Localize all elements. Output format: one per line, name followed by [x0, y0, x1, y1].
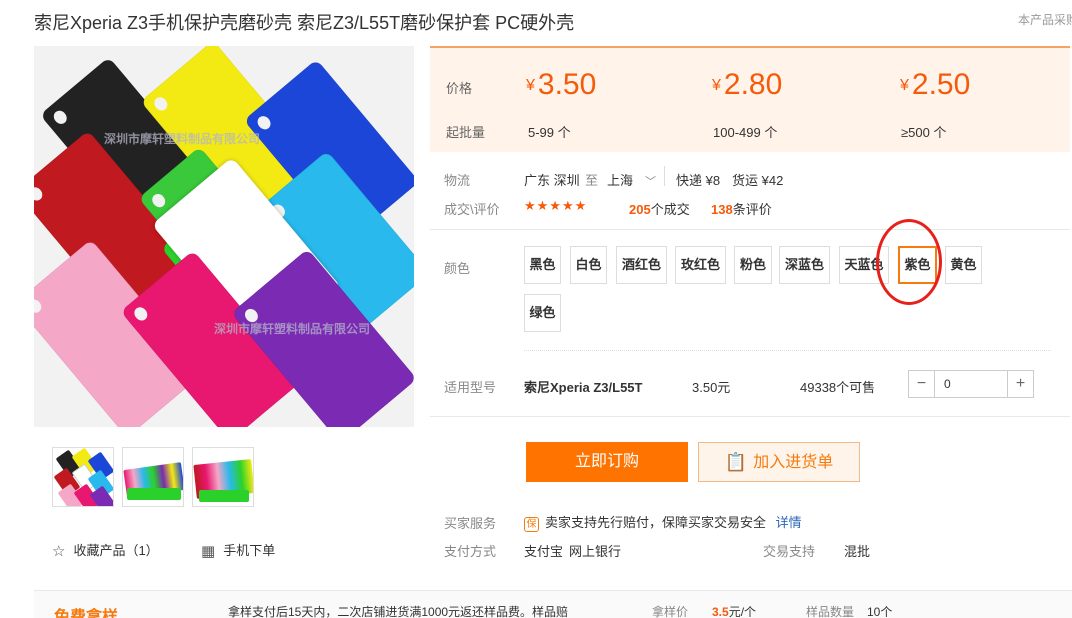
model-price: 3.50元 — [692, 380, 731, 395]
model-name: 索尼Xperia Z3/L55T — [524, 380, 643, 395]
payment-method-alipay: 支付宝 — [524, 544, 564, 559]
free-sample-title: 免费拿样 — [54, 609, 119, 618]
mobile-order-label: 手机下单 — [223, 543, 276, 558]
thumbnail-1[interactable] — [52, 447, 114, 507]
tier-range-2: 100-499 个 — [713, 125, 778, 140]
model-label: 适用型号 — [444, 380, 497, 395]
express-fee: 快递 ¥8 — [676, 173, 721, 188]
procurement-link[interactable]: 本产品采购 — [1018, 11, 1072, 28]
free-sample-bar: 免费拿样 拿样支付后15天内，二次店铺进货满1000元返还样品费。样品赔 拿样价… — [34, 590, 1072, 618]
quantity-input[interactable]: 0 — [944, 377, 951, 391]
color-option-rose-red[interactable]: 玫红色 — [675, 246, 726, 284]
trade-support-label: 交易支持 — [763, 544, 816, 559]
color-option-pink[interactable]: 粉色 — [734, 246, 772, 284]
buy-now-button[interactable]: 立即订购 — [526, 442, 688, 482]
favorite-label: 收藏产品（1） — [73, 543, 159, 558]
add-to-cart-button[interactable]: 📋 加入进货单 — [698, 442, 860, 482]
payment-method-bank: 网上银行 — [569, 544, 622, 559]
price-tier-2: ¥2.80 — [712, 68, 783, 101]
star-outline-icon: ☆ — [52, 543, 66, 560]
color-option-white[interactable]: 白色 — [570, 246, 607, 284]
price-label: 价格 — [446, 81, 473, 96]
product-title: 索尼Xperia Z3手机保护壳磨砂壳 索尼Z3/L55T磨砂保护套 PC硬外壳 — [34, 13, 575, 33]
color-option-wine-red[interactable]: 酒红色 — [616, 246, 667, 284]
trade-support-value: 混批 — [844, 544, 871, 559]
tier-range-1: 5-99 个 — [528, 125, 571, 140]
divider — [430, 416, 1070, 417]
logistics-from: 广东 深圳 — [524, 173, 580, 188]
increment-button[interactable]: + — [1007, 371, 1033, 397]
sample-qty: 10个 — [867, 605, 893, 618]
color-option-yellow[interactable]: 黄色 — [945, 246, 982, 284]
separator — [664, 166, 665, 186]
clipboard-icon: 📋 — [724, 452, 748, 472]
moq-label: 起批量 — [446, 125, 486, 140]
guarantee-detail-link[interactable]: 详情 — [776, 515, 802, 530]
deals-label: 成交\评价 — [444, 202, 500, 217]
chevron-down-icon: ﹀ — [645, 176, 657, 188]
guarantee-text: 保卖家支持先行赔付，保障买家交易安全 详情 — [524, 512, 802, 532]
guarantee-badge-icon: 保 — [524, 517, 539, 532]
quantity-stepper: − 0 + — [908, 370, 1034, 398]
logistics-label: 物流 — [444, 173, 471, 188]
watermark-text: 深圳市摩轩塑料制品有限公司 — [104, 132, 261, 146]
services-label: 买家服务 — [444, 516, 497, 531]
logistics-to-word: 至 — [585, 173, 599, 188]
price-panel: 价格 起批量 ¥3.50 ¥2.80 ¥2.50 5-99 个 100-499 … — [430, 46, 1070, 152]
sample-qty-label: 样品数量 — [806, 605, 855, 618]
sample-price: 3.5元/个 — [712, 605, 757, 618]
favorite-button[interactable]: ☆ 收藏产品（1） — [52, 540, 159, 560]
sample-price-label: 拿样价 — [652, 605, 689, 618]
rating-stars: ★★★★★ — [524, 198, 588, 213]
annotation-circle — [876, 219, 942, 305]
deal-count[interactable]: 205个成交 — [629, 199, 690, 218]
color-option-green[interactable]: 绿色 — [524, 294, 561, 332]
qr-code-icon: ▦ — [201, 543, 216, 560]
payment-label: 支付方式 — [444, 544, 497, 559]
freight-fee: 货运 ¥42 — [732, 173, 784, 188]
tier-range-3: ≥500 个 — [901, 125, 947, 140]
sample-note: 拿样支付后15天内，二次店铺进货满1000元返还样品费。样品赔 — [228, 605, 569, 618]
main-product-image[interactable]: 深圳市摩轩塑料制品有限公司 深圳市摩轩塑料制品有限公司 — [34, 46, 414, 427]
thumbnail-2[interactable] — [122, 447, 184, 507]
dotted-divider — [524, 350, 1051, 351]
price-tier-3: ¥2.50 — [900, 68, 971, 101]
watermark-text: 深圳市摩轩塑料制品有限公司 — [214, 322, 371, 336]
decrement-button[interactable]: − — [909, 371, 935, 397]
logistics-destination[interactable]: 上海 ﹀ — [607, 170, 656, 189]
mobile-order-button[interactable]: ▦ 手机下单 — [201, 540, 275, 560]
stock-available: 49338个可售 — [800, 380, 876, 395]
color-option-black[interactable]: 黑色 — [524, 246, 561, 284]
review-count[interactable]: 138条评价 — [711, 199, 772, 218]
color-option-dark-blue[interactable]: 深蓝色 — [779, 246, 830, 284]
thumbnail-3[interactable] — [192, 447, 254, 507]
color-label: 颜色 — [444, 261, 471, 276]
price-tier-1: ¥3.50 — [526, 68, 597, 101]
divider — [430, 229, 1070, 230]
